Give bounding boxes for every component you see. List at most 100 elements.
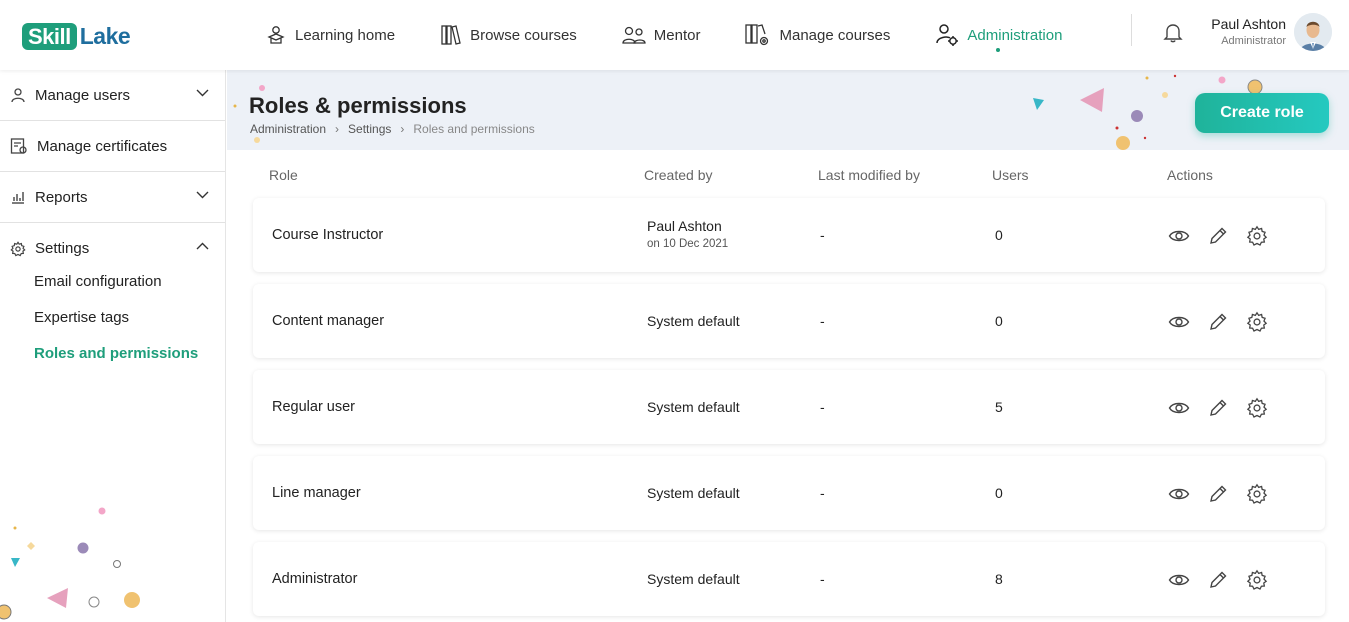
pencil-icon[interactable]: [1207, 483, 1246, 505]
mentor-icon: [622, 26, 646, 44]
gear-icon[interactable]: [1246, 225, 1285, 247]
pencil-icon[interactable]: [1207, 311, 1246, 333]
users-count: 0: [995, 227, 1003, 243]
row-actions: [1168, 397, 1285, 419]
nav-mentor[interactable]: Mentor: [621, 0, 701, 70]
users-count: 0: [995, 485, 1003, 501]
sidebar-item-label: Manage certificates: [37, 137, 168, 155]
gear-icon[interactable]: [1246, 311, 1285, 333]
role-name[interactable]: Regular user: [272, 399, 355, 415]
user-icon: [11, 88, 25, 103]
nav-browse-courses[interactable]: Browse courses: [439, 0, 577, 70]
main-content: Roles & permissions Administration › Set…: [227, 70, 1349, 622]
table-row: Administrator System default - 8: [253, 542, 1325, 616]
sidebar-subitem-expertise-tags[interactable]: Expertise tags: [0, 300, 225, 336]
books-icon: [441, 25, 461, 45]
gear-icon[interactable]: [1246, 397, 1285, 419]
created-by-name: System default: [647, 571, 740, 587]
chevron-up-icon: [196, 242, 209, 250]
row-actions: [1168, 225, 1285, 247]
created-by-name: System default: [647, 313, 740, 329]
create-role-button[interactable]: Create role: [1195, 93, 1329, 133]
last-modified-by: -: [820, 485, 825, 501]
nav-label: Browse courses: [470, 26, 577, 44]
pencil-icon[interactable]: [1207, 397, 1246, 419]
sidebar-item-label: Manage users: [35, 86, 131, 104]
manage-courses-icon: [745, 24, 769, 46]
eye-icon[interactable]: [1168, 311, 1207, 333]
chevron-down-icon: [196, 89, 209, 97]
main-nav: Learning home Browse courses Mentor Mana…: [264, 0, 1062, 70]
eye-icon[interactable]: [1168, 569, 1207, 591]
decorative-confetti: [233, 74, 1263, 150]
created-by-name: System default: [647, 399, 740, 415]
reports-icon: [12, 192, 24, 204]
role-name[interactable]: Administrator: [272, 571, 357, 587]
certificate-icon: [10, 138, 27, 154]
users-count: 5: [995, 399, 1003, 415]
users-count: 8: [995, 571, 1003, 587]
role-name[interactable]: Content manager: [272, 313, 384, 329]
last-modified-by: -: [820, 227, 825, 243]
column-header-created-by[interactable]: Created by: [644, 167, 712, 183]
created-by-name: System default: [647, 485, 740, 501]
column-header-users[interactable]: Users: [992, 167, 1029, 183]
created-date: on 10 Dec 2021: [647, 238, 729, 250]
nav-manage-courses[interactable]: Manage courses: [744, 0, 890, 70]
created-by-name: Paul Ashton: [647, 218, 722, 234]
skilllake-logo[interactable]: Skill Lake: [22, 23, 131, 50]
gear-icon: [10, 240, 26, 256]
nav-label: Learning home: [295, 26, 396, 44]
nav-label: Administration: [967, 26, 1063, 44]
sidebar: Manage users Manage certificates Reports…: [0, 70, 226, 622]
role-name[interactable]: Course Instructor: [272, 227, 383, 243]
admin-icon: [936, 24, 959, 46]
table-row: Content manager System default - 0: [253, 284, 1325, 358]
roles-table: Course Instructor Paul Ashton on 10 Dec …: [253, 198, 1325, 622]
column-header-actions: Actions: [1167, 167, 1213, 183]
table-header: Role Created by Last modified by Users A…: [227, 167, 1349, 187]
eye-icon[interactable]: [1168, 397, 1207, 419]
eye-icon[interactable]: [1168, 225, 1207, 247]
pencil-icon[interactable]: [1207, 225, 1246, 247]
eye-icon[interactable]: [1168, 483, 1207, 505]
nav-learning-home[interactable]: Learning home: [264, 0, 395, 70]
sidebar-item-manage-users[interactable]: Manage users: [0, 70, 225, 121]
nav-label: Manage courses: [779, 26, 891, 44]
column-header-role[interactable]: Role: [269, 167, 298, 183]
logo-part-skill: Skill: [22, 23, 77, 50]
users-count: 0: [995, 313, 1003, 329]
top-bar: Skill Lake Learning home Browse courses …: [0, 0, 1349, 70]
notifications-bell-icon[interactable]: [1162, 21, 1184, 48]
avatar[interactable]: [1294, 13, 1332, 51]
user-name: Paul Ashton: [1211, 16, 1286, 32]
user-role: Administrator: [1221, 35, 1286, 47]
sidebar-subitem-roles-and-permissions[interactable]: Roles and permissions: [0, 336, 225, 372]
sidebar-item-label: Settings: [35, 240, 90, 257]
nav-administration[interactable]: Administration: [934, 0, 1062, 70]
table-row: Regular user System default - 5: [253, 370, 1325, 444]
last-modified-by: -: [820, 313, 825, 329]
logo-part-lake: Lake: [79, 23, 131, 49]
gear-icon[interactable]: [1246, 483, 1285, 505]
sidebar-item-settings[interactable]: Settings: [0, 223, 225, 274]
last-modified-by: -: [820, 399, 825, 415]
page-header: Roles & permissions Administration › Set…: [227, 70, 1349, 150]
role-name[interactable]: Line manager: [272, 485, 361, 501]
table-row: Course Instructor Paul Ashton on 10 Dec …: [253, 198, 1325, 272]
last-modified-by: -: [820, 571, 825, 587]
sidebar-item-reports[interactable]: Reports: [0, 172, 225, 223]
sidebar-item-manage-certificates[interactable]: Manage certificates: [0, 121, 225, 172]
table-row: Line manager System default - 0: [253, 456, 1325, 530]
row-actions: [1168, 569, 1285, 591]
learner-icon: [267, 26, 285, 44]
gear-icon[interactable]: [1246, 569, 1285, 591]
chevron-down-icon: [196, 191, 209, 199]
sidebar-item-label: Reports: [35, 188, 88, 206]
nav-label: Mentor: [653, 26, 701, 44]
pencil-icon[interactable]: [1207, 569, 1246, 591]
row-actions: [1168, 311, 1285, 333]
column-header-last-modified-by[interactable]: Last modified by: [818, 167, 920, 183]
nav-divider: [1131, 14, 1132, 46]
user-info[interactable]: Paul Ashton Administrator: [1200, 16, 1286, 47]
